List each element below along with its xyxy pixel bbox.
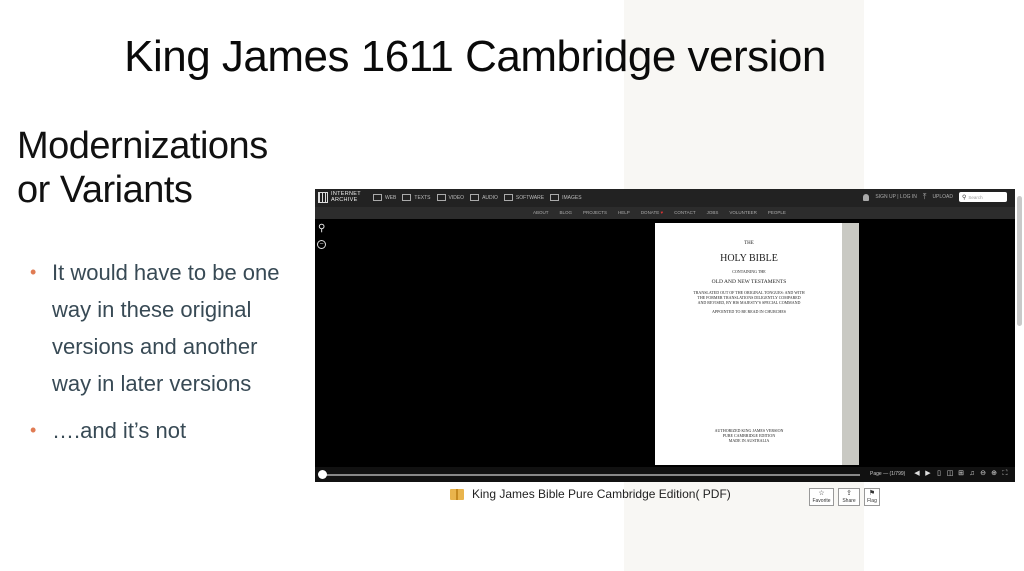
audio-icon	[470, 194, 480, 201]
page-slider-track[interactable]	[325, 474, 860, 476]
internet-archive-embed: INTERNET ARCHIVE WEB TEXTS VIDEO AUDIO S…	[315, 189, 1015, 482]
subnav-blog[interactable]: BLOG	[560, 210, 573, 215]
slide-title: King James 1611 Cambridge version	[124, 32, 826, 81]
page-translation-note: TRANSLATED OUT OF THE ORIGINAL TONGUES: …	[693, 290, 805, 305]
archive-logo[interactable]: INTERNET ARCHIVE	[318, 191, 361, 203]
subnav-people[interactable]: PEOPLE	[768, 210, 786, 215]
one-page-view-icon[interactable]: ▯	[935, 470, 943, 478]
page-testaments: OLD AND NEW TESTAMENTS	[711, 279, 787, 285]
upload-icon: ⤒	[922, 192, 927, 201]
book-page-edge	[842, 223, 859, 465]
read-aloud-icon[interactable]: ♫	[968, 470, 976, 478]
subnav-volunteer[interactable]: VOLUNTEER	[729, 210, 757, 215]
software-icon	[503, 194, 513, 201]
nav-web[interactable]: WEB	[373, 194, 396, 201]
heart-icon: ♥	[660, 210, 664, 215]
web-icon	[373, 194, 382, 201]
sign-in-link[interactable]: SIGN UP | LOG IN	[875, 194, 917, 200]
archive-sub-nav: ABOUT BLOG PROJECTS HELP DONATE ♥ CONTAC…	[315, 207, 1015, 219]
user-icon	[863, 193, 870, 201]
star-icon: ☆	[818, 490, 825, 497]
subnav-help[interactable]: HELP	[618, 210, 630, 215]
search-icon: ⚲	[962, 194, 967, 201]
nav-video[interactable]: VIDEO	[436, 194, 464, 201]
scrollbar-thumb[interactable]	[1017, 196, 1022, 326]
viewer-zoom-out-icon[interactable]: −	[317, 240, 326, 249]
bullet-list: • It would have to be one way in these or…	[30, 254, 300, 459]
embed-caption: King James Bible Pure Cambridge Edition(…	[450, 487, 731, 501]
subnav-jobs[interactable]: JOBS	[707, 210, 719, 215]
page-indicator: Page — (1/799)	[870, 471, 906, 477]
next-page-icon[interactable]: ▶	[924, 470, 932, 478]
upload-link[interactable]: UPLOAD	[932, 194, 953, 200]
book-page: THE HOLY BIBLE CONTAINING THE OLD AND NE…	[655, 223, 843, 465]
zoom-out-icon[interactable]: ⊖	[979, 470, 987, 478]
archive-building-icon	[318, 191, 328, 203]
nav-images[interactable]: IMAGES	[550, 194, 582, 201]
subnav-contact[interactable]: CONTACT	[674, 210, 695, 215]
subnav-about[interactable]: ABOUT	[533, 210, 549, 215]
bullet-item: • It would have to be one way in these or…	[30, 254, 300, 402]
subnav-projects[interactable]: PROJECTS	[583, 210, 607, 215]
archive-search-input[interactable]: ⚲ Search	[959, 192, 1007, 202]
book-icon	[450, 488, 464, 500]
two-page-view-icon[interactable]: ◫	[946, 470, 954, 478]
prev-page-icon[interactable]: ◀	[913, 470, 921, 478]
page-slider-handle[interactable]	[318, 470, 327, 479]
archive-top-bar: INTERNET ARCHIVE WEB TEXTS VIDEO AUDIO S…	[315, 189, 1015, 207]
video-icon	[436, 194, 446, 201]
viewer-controls: Page — (1/799) ◀ ▶ ▯ ◫ ⊞ ♫ ⊖ ⊕ ⛶	[315, 467, 1015, 482]
share-icon: ⇪	[846, 490, 852, 497]
slide-subtitle: Modernizations or Variants	[17, 124, 268, 212]
nav-texts[interactable]: TEXTS	[402, 194, 431, 201]
share-button[interactable]: ⇪ Share	[838, 488, 860, 506]
logo-text-2: ARCHIVE	[331, 197, 358, 203]
viewer-search-icon[interactable]: ⚲	[318, 223, 325, 234]
flag-icon: ⚑	[868, 490, 876, 497]
bullet-dot-icon: •	[30, 420, 37, 440]
texts-icon	[402, 194, 412, 201]
flag-button[interactable]: ⚑ Flag	[864, 488, 880, 506]
archive-account-area: SIGN UP | LOG IN ⤒ UPLOAD ⚲ Search	[863, 192, 1007, 202]
caption-title[interactable]: King James Bible Pure Cambridge Edition(…	[472, 487, 731, 501]
page-appointed: APPOINTED TO BE READ IN CHURCHES	[712, 309, 786, 314]
thumbnail-view-icon[interactable]: ⊞	[957, 470, 965, 478]
images-icon	[550, 194, 560, 201]
page-the: THE	[744, 241, 754, 246]
bullet-text: ….and it’s not	[52, 418, 187, 443]
page-holy-bible: HOLY BIBLE	[720, 253, 778, 264]
zoom-in-icon[interactable]: ⊕	[990, 470, 998, 478]
archive-media-nav: WEB TEXTS VIDEO AUDIO SOFTWARE IMAGES	[373, 194, 582, 201]
subtitle-line-1: Modernizations	[17, 125, 268, 167]
fullscreen-icon[interactable]: ⛶	[1001, 470, 1009, 478]
nav-audio[interactable]: AUDIO	[470, 194, 498, 201]
bullet-item: • ….and it’s not	[30, 412, 300, 449]
favorite-button[interactable]: ☆ Favorite	[809, 488, 834, 506]
nav-software[interactable]: SOFTWARE	[503, 194, 544, 201]
embed-actions: ☆ Favorite ⇪ Share ⚑ Flag	[809, 488, 880, 506]
page-edition: AUTHORIZED KING JAMES VERSION PURE CAMBR…	[714, 428, 784, 443]
bullet-text: It would have to be one way in these ori…	[52, 260, 280, 396]
page-containing: CONTAINING THE	[732, 269, 766, 274]
subnav-donate[interactable]: DONATE ♥	[641, 210, 663, 215]
bullet-dot-icon: •	[30, 262, 37, 282]
subtitle-line-2: or Variants	[17, 169, 193, 211]
